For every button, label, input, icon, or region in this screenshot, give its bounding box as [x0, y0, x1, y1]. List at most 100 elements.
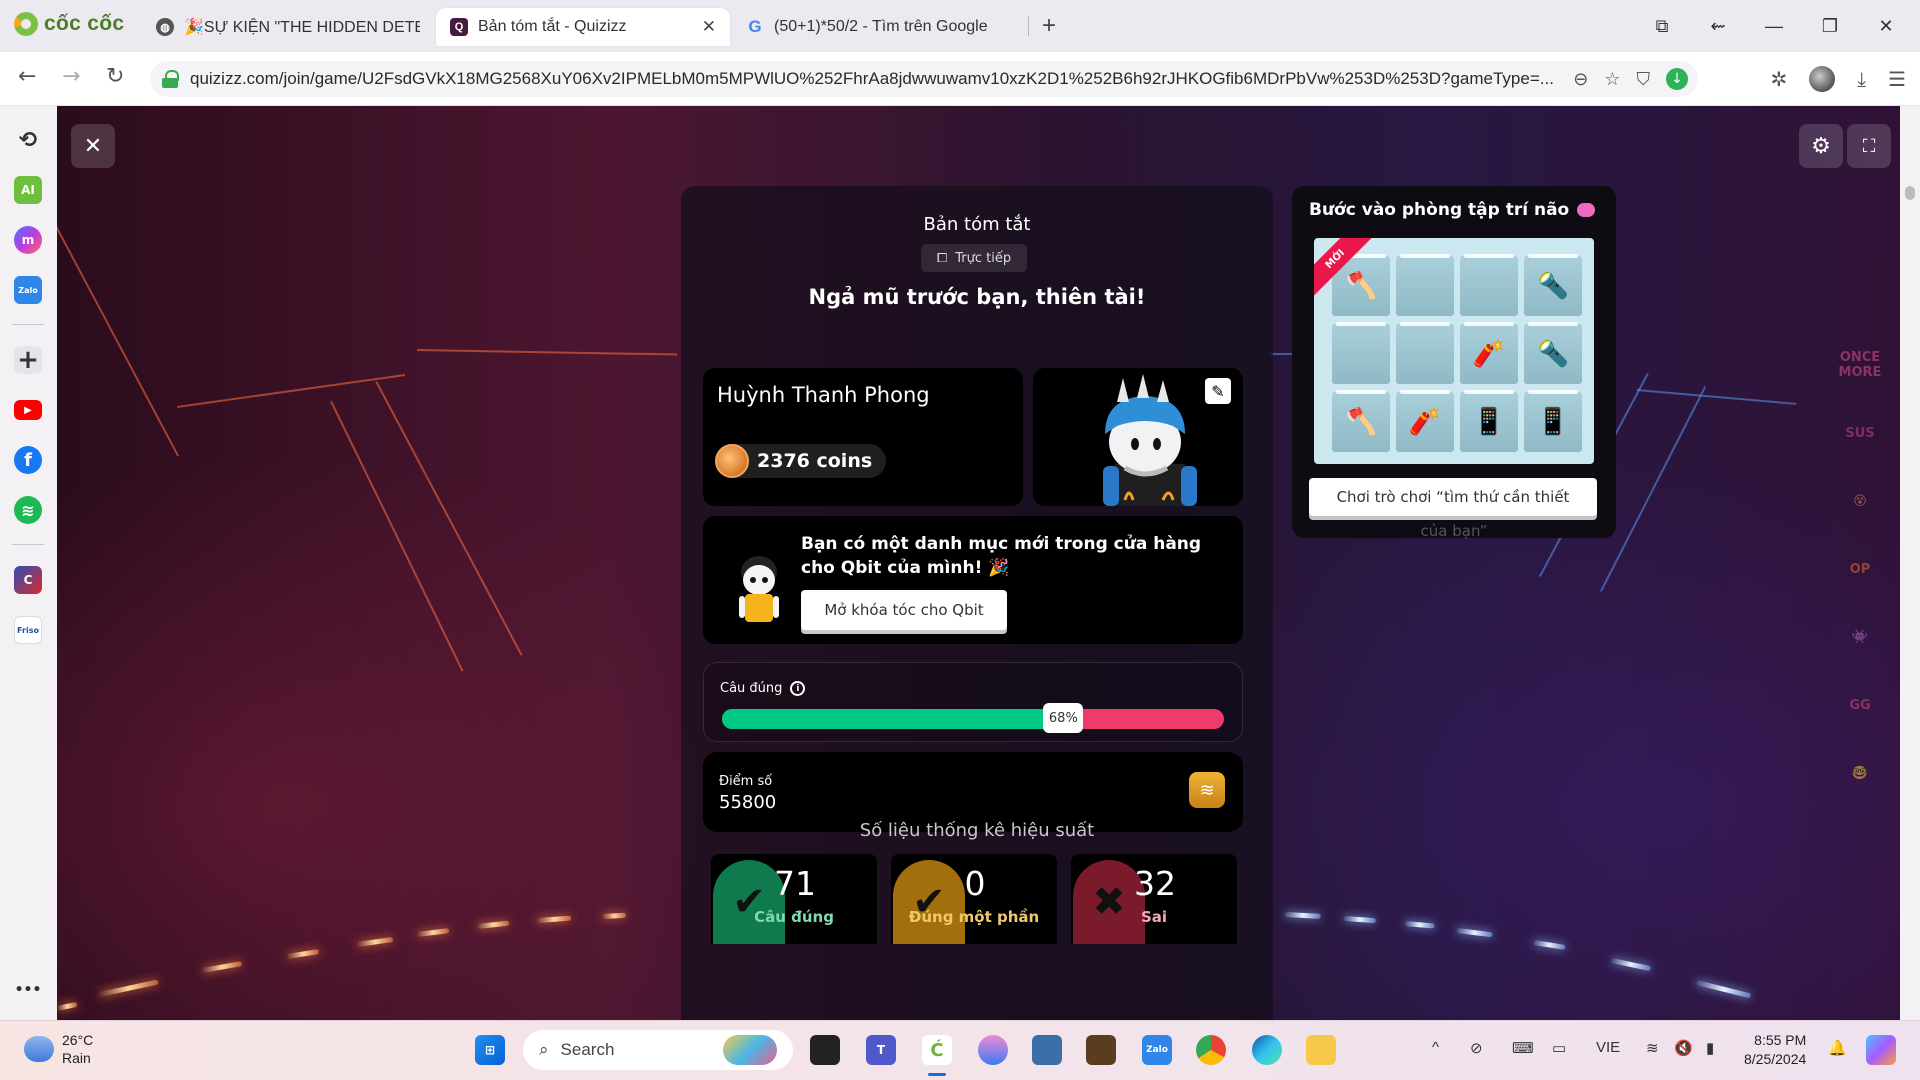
extensions-icon[interactable]: ✲	[1770, 67, 1787, 91]
spotify-icon[interactable]: ≋	[14, 496, 42, 524]
copilot-icon[interactable]	[1866, 1035, 1896, 1065]
floor-light	[602, 912, 627, 919]
shield-icon[interactable]: ⛉	[1637, 69, 1651, 90]
floor-light	[287, 948, 320, 959]
game-mode-label: Trực tiếp	[955, 250, 1012, 266]
info-icon[interactable]: i	[790, 681, 806, 696]
coccoc-taskbar-icon[interactable]: Ć	[922, 1035, 952, 1065]
background-line	[330, 401, 464, 672]
browser-sidebar: ⟲ AI m Zalo + ▶ f ≋ C Friso •••	[0, 106, 56, 1020]
add-app-icon[interactable]: +	[14, 345, 42, 375]
profile-avatar[interactable]	[1809, 66, 1836, 92]
reaction-mind-blown[interactable]: 😵	[1832, 478, 1888, 524]
game-icon[interactable]	[1032, 1035, 1062, 1065]
page-title: Bản tóm tắt	[923, 214, 1031, 235]
tab-google[interactable]: G (50+1)*50/2 - Tìm trên Google	[732, 8, 1024, 46]
close-game-button[interactable]: ✕	[71, 124, 115, 168]
address-bar[interactable]: quizizz.com/join/game/U2FsdGVkX18MG2568X…	[150, 61, 1698, 97]
start-windows-icon[interactable]: ⊞	[475, 1035, 505, 1065]
minimize-icon[interactable]: —	[1746, 10, 1802, 42]
scrollbar-thumb[interactable]	[1905, 186, 1915, 200]
tab-title: (50+1)*50/2 - Tìm trên Google	[774, 18, 988, 35]
unlock-hair-button[interactable]: Mở khóa tóc cho Qbit	[801, 590, 1007, 630]
weather-widget[interactable]: 26°C Rain	[24, 1031, 93, 1067]
downloads-icon[interactable]: ⤓	[1857, 67, 1866, 91]
settings-button[interactable]: ⚙	[1799, 124, 1843, 168]
coccoc-logo[interactable]: cốc cốc	[14, 12, 124, 36]
close-tab-icon[interactable]: ✕	[702, 17, 716, 37]
chrome-icon[interactable]	[1196, 1035, 1226, 1065]
ai-assistant-icon[interactable]: AI	[14, 176, 42, 204]
search-placeholder: Search	[560, 1040, 615, 1059]
back-history-icon[interactable]: ⇜	[1690, 10, 1746, 42]
stat-label: Sai	[1140, 908, 1168, 926]
notifications-icon[interactable]: 🔔	[1828, 1039, 1847, 1057]
reload-icon[interactable]: ↻	[106, 64, 124, 89]
browser-brand: cốc cốc	[44, 12, 125, 35]
close-icon: ✕	[83, 133, 103, 159]
keyboard-icon[interactable]: ⌨	[1512, 1039, 1534, 1057]
accuracy-percent-badge: 68%	[1043, 703, 1084, 733]
brain-gym-card: Bước vào phòng tập trí não MỚI 🪓 🔦 🧨 🔦 🪓 🧨 📱 📱 …	[1292, 186, 1616, 540]
youtube-icon[interactable]: ▶	[14, 400, 42, 420]
memory-game-preview[interactable]: MỚI 🪓 🔦 🧨 🔦 🪓 🧨 📱 📱	[1314, 238, 1594, 464]
onedrive-offline-icon[interactable]: ⊘	[1470, 1039, 1483, 1057]
floor-light	[477, 920, 510, 929]
sidebar-divider	[12, 544, 44, 545]
teams-icon[interactable]: T	[866, 1035, 896, 1065]
edge-icon[interactable]	[1252, 1035, 1282, 1065]
url-text[interactable]: quizizz.com/join/game/U2FsdGVkX18MG2568X…	[190, 69, 1563, 89]
tab-event[interactable]: ◍ 🎉SỰ KIỆN "THE HIDDEN DETECT	[142, 8, 434, 46]
accuracy-bar-correct-fill	[722, 709, 1064, 729]
minecraft-icon[interactable]	[1086, 1035, 1116, 1065]
secure-lock-icon	[162, 70, 179, 88]
messenger-icon[interactable]: m	[14, 226, 42, 254]
zalo-taskbar-icon[interactable]: Zalo	[1142, 1035, 1172, 1065]
more-icon[interactable]: •••	[14, 976, 42, 1004]
new-tab-button[interactable]: +	[1042, 12, 1056, 40]
facebook-icon[interactable]: f	[14, 446, 42, 474]
back-icon[interactable]: ←	[18, 64, 36, 89]
reaction-gg[interactable]: GG	[1832, 682, 1888, 728]
download-green-icon[interactable]: ↓	[1666, 68, 1688, 90]
memory-card	[1332, 322, 1390, 384]
play-brain-game-button[interactable]: Chơi trò chơi “tìm thứ cần thiết	[1309, 478, 1597, 516]
quizizz-icon: Q	[450, 18, 468, 36]
close-window-icon[interactable]: ✕	[1858, 10, 1914, 42]
forward-icon[interactable]: →	[62, 64, 80, 89]
friso-icon[interactable]: Friso	[14, 616, 42, 644]
taskbar-search[interactable]: ⌕ Search	[523, 1030, 793, 1070]
restore-icon[interactable]: ❐	[1802, 10, 1858, 42]
zoom-out-icon[interactable]: ⊖	[1573, 69, 1588, 90]
muted-volume-icon[interactable]: 🔇	[1674, 1039, 1693, 1057]
reaction-nerd[interactable]: 🤓	[1832, 750, 1888, 796]
battery-icon[interactable]: ▮	[1706, 1039, 1714, 1057]
reaction-sus[interactable]: SUS	[1832, 410, 1888, 456]
reaction-once-more[interactable]: ONCE MORE	[1832, 342, 1888, 388]
memory-card: 🧨	[1396, 390, 1454, 452]
game-app-icon[interactable]: C	[14, 566, 42, 594]
fullscreen-button[interactable]: ⛶	[1847, 124, 1891, 168]
bookmark-star-icon[interactable]: ☆	[1604, 69, 1620, 90]
clock[interactable]: 8:55 PM 8/25/2024	[1744, 1031, 1806, 1069]
menu-icon[interactable]: ☰	[1888, 67, 1906, 91]
reaction-crewmate[interactable]: 👾	[1832, 614, 1888, 660]
memory-card: 🧨	[1460, 322, 1518, 384]
task-view-icon[interactable]	[810, 1035, 840, 1065]
wifi-icon[interactable]: ≋	[1646, 1039, 1659, 1057]
show-hidden-icons[interactable]: ^	[1432, 1039, 1439, 1056]
weather-temperature: 26°C	[62, 1032, 94, 1048]
page-scrollbar[interactable]	[1900, 106, 1920, 1020]
avatar-card: ✎	[1033, 368, 1243, 506]
edit-avatar-button[interactable]: ✎	[1205, 378, 1231, 404]
fullscreen-icon: ⛶	[1862, 135, 1876, 157]
input-language[interactable]: VIE	[1596, 1039, 1620, 1056]
history-icon[interactable]: ⟲	[14, 126, 42, 154]
tab-quizizz[interactable]: Q Bản tóm tắt - Quizizz ✕	[436, 8, 730, 46]
zalo-icon[interactable]: Zalo	[14, 276, 42, 304]
screenshot-search-icon[interactable]: ⧉	[1634, 10, 1690, 42]
reaction-op[interactable]: OP	[1832, 546, 1888, 592]
touchpad-icon[interactable]: ▭	[1552, 1039, 1566, 1057]
paint-icon[interactable]	[978, 1035, 1008, 1065]
file-explorer-icon[interactable]	[1306, 1035, 1336, 1065]
